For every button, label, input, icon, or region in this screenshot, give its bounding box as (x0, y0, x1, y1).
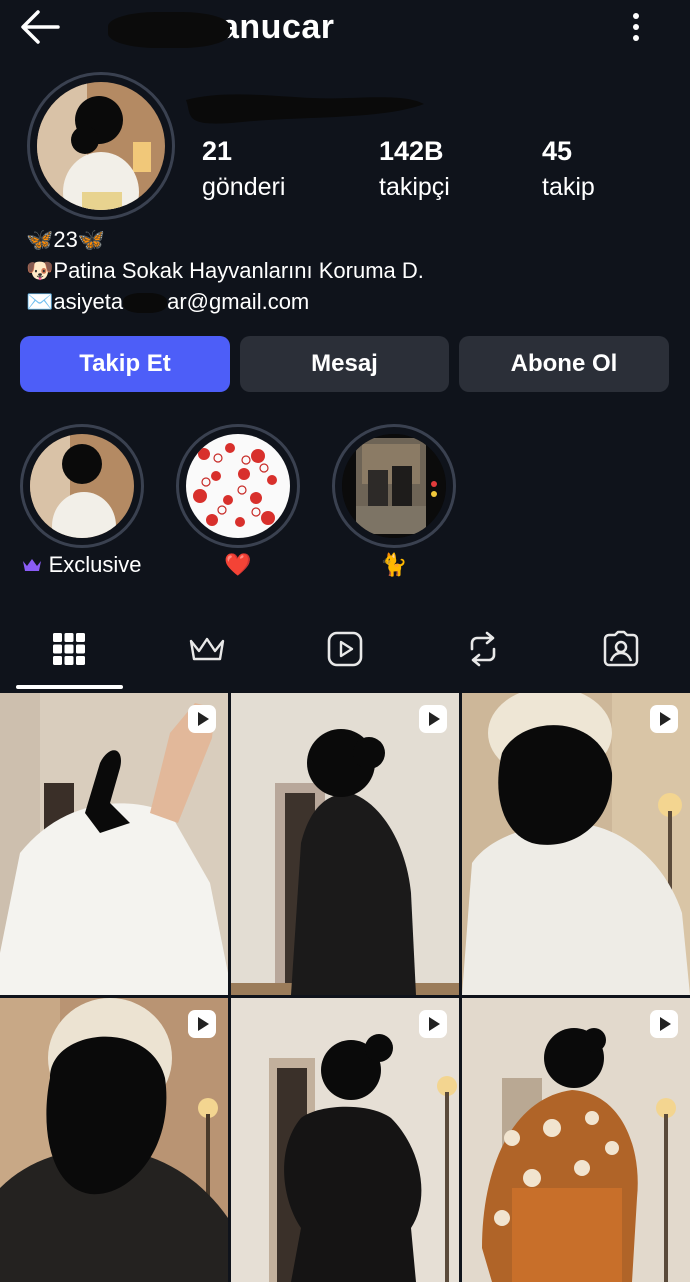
following-count: 45 (542, 136, 573, 166)
tab-posts-grid[interactable] (34, 624, 104, 674)
reels-icon (327, 631, 363, 667)
reel-indicator-icon (650, 1010, 678, 1038)
avatar-photo (37, 82, 165, 210)
bio-line-1: 🦋23🦋 (26, 227, 106, 252)
highlight-hearts-label: ❤️ (224, 552, 252, 577)
highlight-exclusive-label: Exclusive (20, 552, 144, 579)
more-vertical-icon (633, 13, 639, 41)
post-thumbnail (0, 998, 228, 1282)
highlight-hearts-cover (186, 434, 290, 538)
post-thumbnail (0, 693, 228, 995)
post-tile-5[interactable] (231, 998, 459, 1282)
followers-count: 142B (379, 136, 444, 166)
crown-icon (22, 553, 42, 579)
bio-line-2: 🐶Patina Sokak Hayvanlarını Koruma D. (26, 258, 424, 283)
tab-tagged[interactable] (586, 624, 656, 674)
arrow-left-icon (21, 10, 60, 44)
post-tile-6[interactable] (462, 998, 690, 1282)
grid-icon (53, 633, 85, 665)
posts-count: 21 (202, 136, 233, 166)
reel-indicator-icon (650, 705, 678, 733)
post-thumbnail (462, 693, 690, 995)
reel-indicator-icon (188, 1010, 216, 1038)
tagged-icon (603, 630, 639, 667)
posts-label: gönderi (202, 173, 286, 201)
bio-email-suffix: ar@gmail.com (167, 289, 310, 314)
bio-email-prefix: ✉️asiyeta (26, 289, 124, 314)
back-button[interactable] (18, 6, 64, 48)
subscribe-button[interactable]: Abone Ol (459, 336, 669, 392)
repost-icon (470, 631, 496, 667)
highlight-cat-label: 🐈 (380, 552, 408, 577)
message-button[interactable]: Mesaj (240, 336, 449, 392)
tab-reposts[interactable] (448, 624, 518, 674)
bio-email[interactable]: ✉️asiyeta ar@gmail.com (26, 286, 424, 317)
post-thumbnail (462, 998, 690, 1282)
post-thumbnail (231, 693, 459, 995)
crown-icon (189, 637, 225, 661)
more-menu-button[interactable] (622, 8, 650, 46)
highlight-cat[interactable] (332, 424, 456, 548)
tab-reels[interactable] (310, 624, 380, 674)
post-thumbnail (231, 998, 459, 1282)
stat-posts[interactable]: 21 gönderi (202, 136, 285, 202)
highlight-exclusive-cover (30, 434, 134, 538)
profile-bio: 🦋23🦋 🐶Patina Sokak Hayvanlarını Koruma D… (26, 224, 424, 317)
highlight-hearts[interactable] (176, 424, 300, 548)
reel-indicator-icon (419, 1010, 447, 1038)
post-tile-1[interactable] (0, 693, 228, 995)
post-tile-2[interactable] (231, 693, 459, 995)
profile-avatar[interactable] (27, 72, 175, 220)
username-title-text: anucar (220, 8, 335, 46)
stat-following[interactable]: 45 takip (542, 136, 595, 202)
highlight-cat-cover (342, 434, 446, 538)
display-name-redacted (182, 86, 427, 126)
active-tab-indicator (16, 685, 123, 689)
redaction-scribble (108, 12, 230, 48)
stat-followers[interactable]: 142B takipçi (379, 136, 450, 202)
post-tile-4[interactable] (0, 998, 228, 1282)
highlight-exclusive[interactable] (20, 424, 144, 548)
reel-indicator-icon (188, 705, 216, 733)
reel-indicator-icon (419, 705, 447, 733)
post-tile-3[interactable] (462, 693, 690, 995)
follow-button[interactable]: Takip Et (20, 336, 230, 392)
following-label: takip (542, 173, 595, 201)
profile-title: anucar (108, 4, 378, 50)
email-redaction (123, 293, 168, 314)
highlight-label-text: Exclusive (48, 552, 142, 577)
followers-label: takipçi (379, 173, 450, 201)
tab-exclusive[interactable] (172, 624, 242, 674)
